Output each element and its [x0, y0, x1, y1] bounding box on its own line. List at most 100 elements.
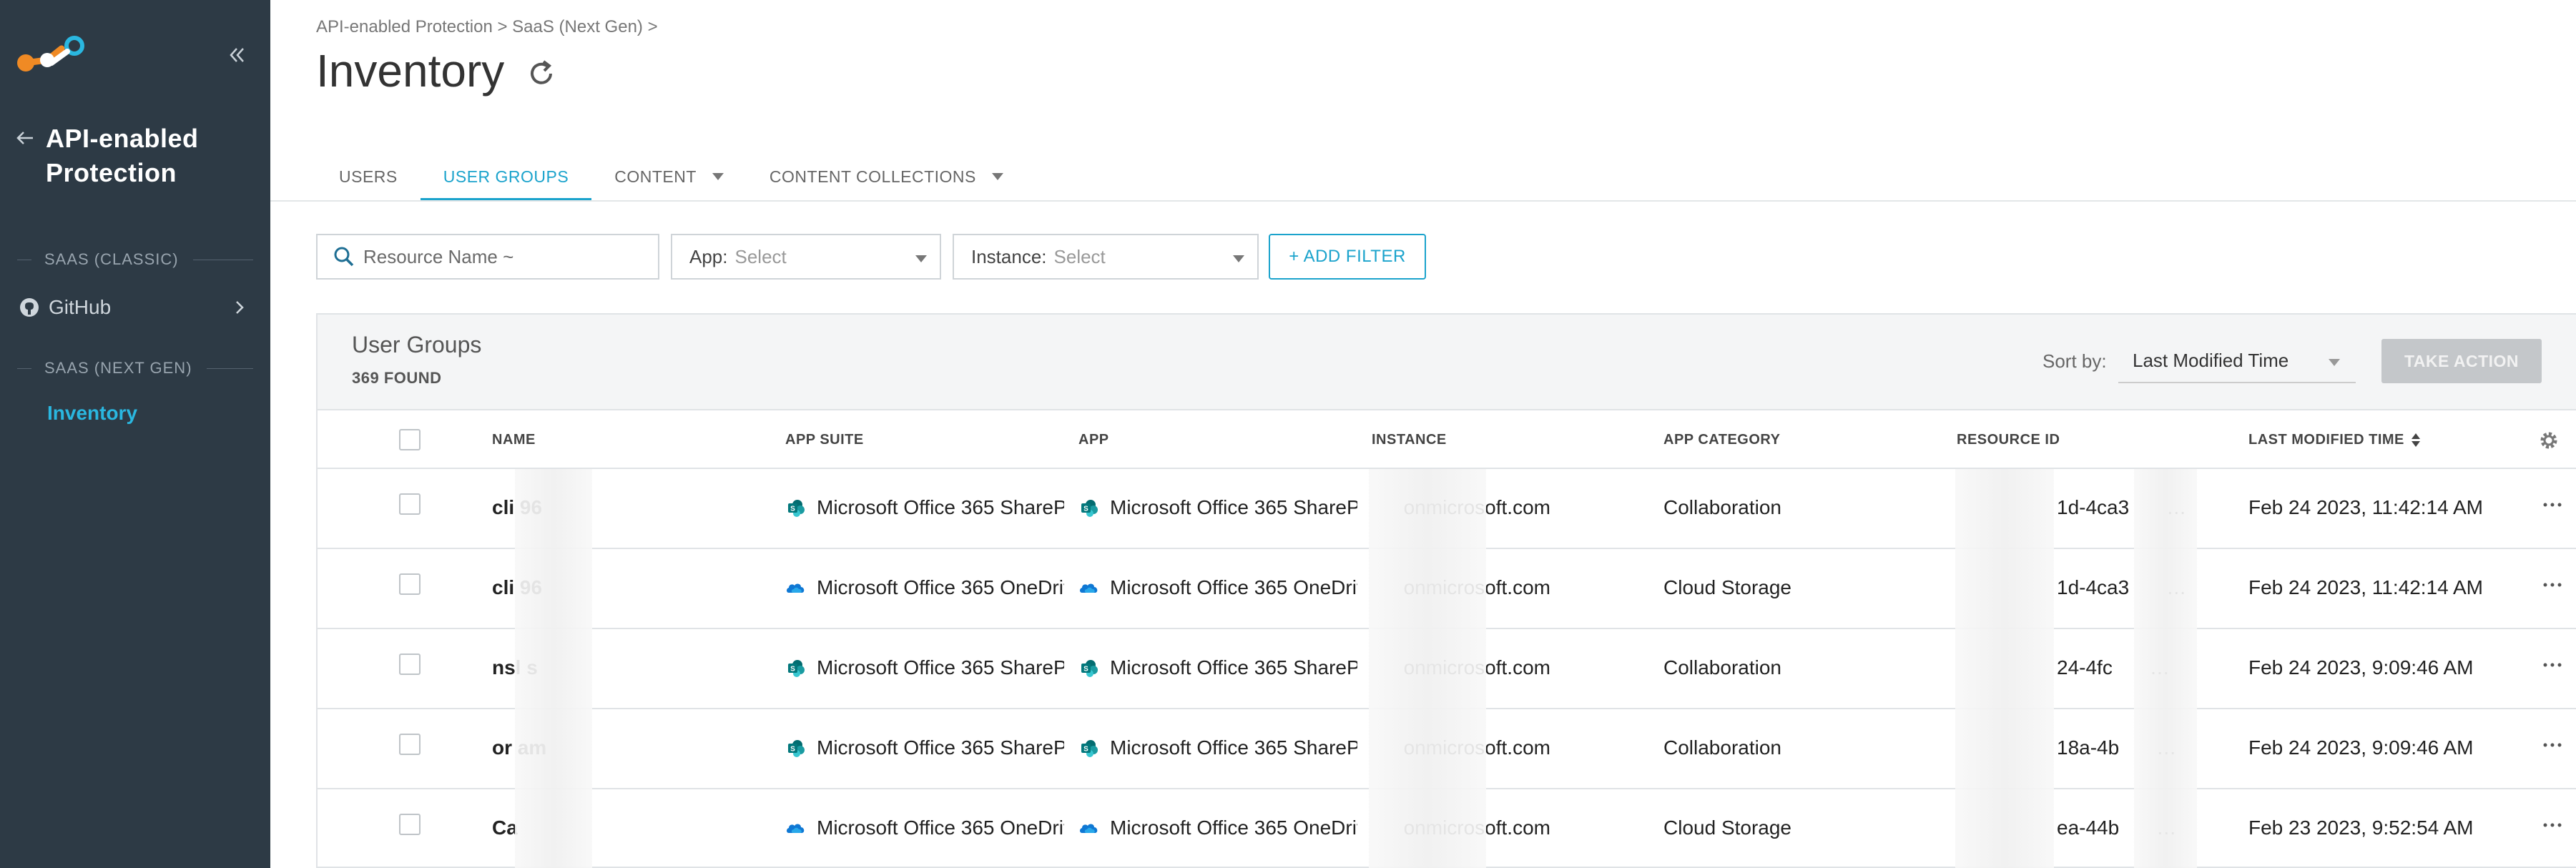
- column-app[interactable]: APP: [1078, 432, 1109, 448]
- app-category-cell: Collaboration: [1663, 496, 1781, 518]
- sidebar-item-inventory[interactable]: Inventory: [47, 402, 137, 425]
- sharepoint-icon: S: [1081, 660, 1098, 677]
- row-checkbox[interactable]: [399, 734, 421, 755]
- back-arrow-icon[interactable]: [14, 127, 36, 149]
- tab-content-collections[interactable]: CONTENT COLLECTIONS: [747, 153, 1026, 200]
- tab-users[interactable]: USERS: [316, 153, 421, 200]
- table-body: cli 96 SMicrosoft Office 365 SharePoint …: [318, 469, 2576, 868]
- add-filter-button[interactable]: + ADD FILTER: [1269, 234, 1426, 280]
- redaction: [1955, 629, 2054, 709]
- page-title: Inventory: [316, 45, 505, 97]
- more-options-icon[interactable]: [2540, 818, 2565, 832]
- last-modified-cell: Feb 23 2023, 9:52:54 AM: [2248, 817, 2474, 839]
- sharepoint-icon: S: [788, 660, 805, 677]
- caret-down-icon: [1233, 255, 1244, 262]
- redaction: [1955, 469, 2054, 549]
- netskope-logo[interactable]: [10, 31, 89, 80]
- table-row[interactable]: nsl s SMicrosoft Office 365 SharePoint S…: [318, 629, 2576, 709]
- sharepoint-icon: S: [1081, 500, 1098, 517]
- sidebar-item-github[interactable]: GitHub: [19, 293, 247, 322]
- take-action-button[interactable]: TAKE ACTION: [2381, 339, 2542, 383]
- back-to-section[interactable]: API-enabled Protection: [14, 122, 199, 190]
- redaction: [1369, 629, 1486, 709]
- redaction: [2134, 629, 2197, 709]
- app-filter-select[interactable]: App: Select: [671, 234, 941, 280]
- redaction: [2134, 789, 2197, 868]
- more-options-icon[interactable]: [2540, 738, 2565, 752]
- onedrive-icon: [1080, 583, 1098, 593]
- refresh-icon[interactable]: [525, 57, 558, 90]
- sharepoint-icon: S: [788, 740, 805, 757]
- github-icon: [20, 298, 39, 317]
- chevron-right-icon[interactable]: [232, 300, 247, 315]
- collapse-sidebar-icon[interactable]: [226, 44, 247, 66]
- panel-header: User Groups 369 FOUND Sort by: Last Modi…: [318, 315, 2576, 410]
- redaction: [1955, 709, 2054, 789]
- column-instance[interactable]: INSTANCE: [1372, 432, 1447, 448]
- group-label-next-gen: SAAS (NEXT GEN): [17, 359, 253, 378]
- app-cell: Microsoft Office 365 OneDrive: [1078, 817, 1357, 839]
- redaction: [1955, 549, 2054, 629]
- last-modified-cell: Feb 24 2023, 11:42:14 AM: [2248, 496, 2483, 518]
- caret-down-icon: [712, 173, 724, 180]
- sort-by-select[interactable]: Last Modified Time: [2118, 339, 2356, 383]
- last-modified-cell: Feb 24 2023, 9:09:46 AM: [2248, 656, 2474, 679]
- select-all-checkbox[interactable]: [399, 429, 421, 450]
- redaction: [1955, 789, 2054, 868]
- more-options-icon[interactable]: [2540, 578, 2565, 592]
- tab-content[interactable]: CONTENT: [591, 153, 747, 200]
- sort-label: Sort by:: [2042, 350, 2107, 372]
- more-options-icon[interactable]: [2540, 658, 2565, 672]
- table-row[interactable]: or am SMicrosoft Office 365 SharePoint S…: [318, 709, 2576, 789]
- row-checkbox[interactable]: [399, 654, 421, 675]
- tab-bar: USERS USER GROUPS CONTENT CONTENT COLLEC…: [316, 153, 1026, 202]
- column-app-suite[interactable]: APP SUITE: [785, 432, 864, 448]
- instance-filter-select[interactable]: Instance: Select: [953, 234, 1259, 280]
- user-groups-table: NAME APP SUITE APP INSTANCE APP CATEGORY…: [318, 410, 2576, 868]
- result-count: 369 FOUND: [352, 369, 442, 387]
- column-name[interactable]: NAME: [492, 432, 536, 448]
- app-suite-cell: SMicrosoft Office 365 SharePoint: [785, 496, 1064, 519]
- column-resource-id[interactable]: RESOURCE ID: [1957, 432, 2060, 448]
- breadcrumb[interactable]: API-enabled Protection > SaaS (Next Gen)…: [316, 17, 658, 37]
- redaction: [515, 789, 592, 868]
- sharepoint-icon: S: [788, 500, 805, 517]
- app-cell: SMicrosoft Office 365 SharePoint: [1078, 736, 1357, 759]
- tabs-divider: [270, 200, 2576, 202]
- row-checkbox[interactable]: [399, 573, 421, 595]
- resource-name-search[interactable]: Resource Name ~: [316, 234, 659, 280]
- column-last-modified[interactable]: LAST MODIFIED TIME: [2248, 432, 2420, 448]
- table-row[interactable]: Ca Microsoft Office 365 OneDrive Microso…: [318, 789, 2576, 868]
- app-category-cell: Cloud Storage: [1663, 576, 1792, 598]
- redaction: [515, 469, 592, 549]
- app-suite-cell: SMicrosoft Office 365 SharePoint: [785, 736, 1064, 759]
- divider: [206, 368, 253, 369]
- caret-down-icon: [2329, 359, 2340, 366]
- tab-user-groups[interactable]: USER GROUPS: [420, 153, 592, 202]
- svg-text:S: S: [790, 746, 795, 754]
- onedrive-icon: [787, 583, 805, 593]
- search-icon: [334, 247, 354, 267]
- redaction: [2134, 469, 2197, 549]
- redaction: [515, 549, 592, 629]
- gear-icon[interactable]: [2537, 429, 2560, 452]
- column-app-category[interactable]: APP CATEGORY: [1663, 432, 1780, 448]
- more-options-icon[interactable]: [2540, 498, 2565, 512]
- app-category-cell: Cloud Storage: [1663, 817, 1792, 839]
- svg-text:S: S: [1083, 505, 1088, 513]
- sort-icon[interactable]: [2411, 433, 2420, 448]
- table-row[interactable]: cli 96 SMicrosoft Office 365 SharePoint …: [318, 469, 2576, 549]
- redaction: [1369, 549, 1486, 629]
- app-suite-cell: SMicrosoft Office 365 SharePoint: [785, 656, 1064, 679]
- table-row[interactable]: cli 96 Microsoft Office 365 OneDrive Mic…: [318, 549, 2576, 629]
- row-checkbox[interactable]: [399, 814, 421, 835]
- group-label-classic: SAAS (CLASSIC): [17, 250, 253, 269]
- app-cell: Microsoft Office 365 OneDrive: [1078, 576, 1357, 599]
- row-checkbox[interactable]: [399, 493, 421, 515]
- app-suite-cell: Microsoft Office 365 OneDrive: [785, 576, 1064, 599]
- onedrive-icon: [787, 824, 805, 833]
- redaction: [2134, 549, 2197, 629]
- svg-text:S: S: [1083, 746, 1088, 754]
- caret-down-icon: [915, 255, 927, 262]
- sidebar: API-enabled Protection SAAS (CLASSIC) Gi…: [0, 0, 270, 868]
